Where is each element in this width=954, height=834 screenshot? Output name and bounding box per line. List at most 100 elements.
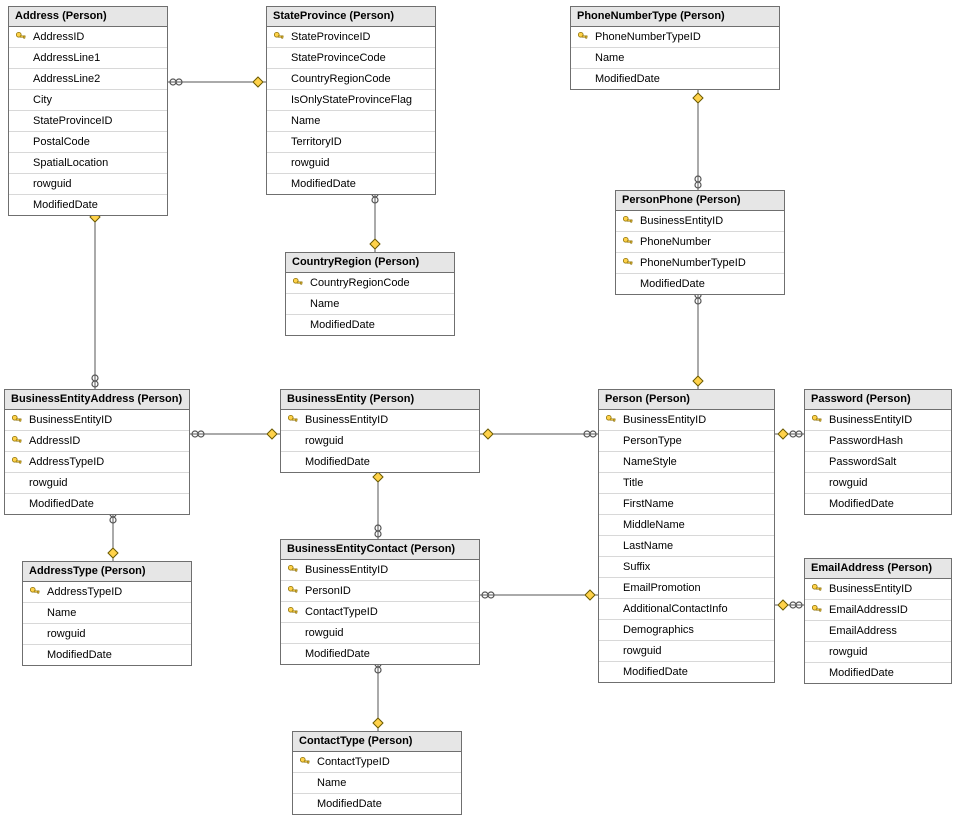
column-row[interactable]: rowguid <box>599 641 774 662</box>
table-title: BusinessEntity (Person) <box>281 390 479 410</box>
column-row[interactable]: BusinessEntityID <box>616 211 784 232</box>
column-row[interactable]: rowguid <box>9 174 167 195</box>
column-row[interactable]: Name <box>267 111 435 132</box>
column-row[interactable]: PasswordSalt <box>805 452 951 473</box>
column-row[interactable]: AddressLine1 <box>9 48 167 69</box>
column-row[interactable]: IsOnlyStateProvinceFlag <box>267 90 435 111</box>
column-row[interactable]: EmailPromotion <box>599 578 774 599</box>
table-countryregion[interactable]: CountryRegion (Person)CountryRegionCodeN… <box>285 252 455 336</box>
column-row[interactable]: ModifiedDate <box>9 195 167 215</box>
column-row[interactable]: AddressTypeID <box>5 452 189 473</box>
column-row[interactable]: rowguid <box>281 623 479 644</box>
table-emailaddress[interactable]: EmailAddress (Person)BusinessEntityIDEma… <box>804 558 952 684</box>
table-stateprovince[interactable]: StateProvince (Person)StateProvinceIDSta… <box>266 6 436 195</box>
column-row[interactable]: ModifiedDate <box>599 662 774 682</box>
column-row[interactable]: BusinessEntityID <box>805 410 951 431</box>
primary-key-cell <box>285 606 301 618</box>
column-row[interactable]: ContactTypeID <box>281 602 479 623</box>
column-name: Name <box>287 115 320 127</box>
column-row[interactable]: Name <box>293 773 461 794</box>
column-name: PhoneNumberTypeID <box>636 257 746 269</box>
column-row[interactable]: EmailAddress <box>805 621 951 642</box>
table-businessentity[interactable]: BusinessEntity (Person)BusinessEntityIDr… <box>280 389 480 473</box>
column-row[interactable]: rowguid <box>805 473 951 494</box>
column-row[interactable]: Demographics <box>599 620 774 641</box>
column-row[interactable]: ModifiedDate <box>281 644 479 664</box>
column-row[interactable]: ModifiedDate <box>5 494 189 514</box>
column-row[interactable]: ModifiedDate <box>805 663 951 683</box>
column-row[interactable]: AddressTypeID <box>23 582 191 603</box>
column-row[interactable]: rowguid <box>5 473 189 494</box>
table-person[interactable]: Person (Person)BusinessEntityIDPersonTyp… <box>598 389 775 683</box>
column-row[interactable]: CountryRegionCode <box>286 273 454 294</box>
primary-key-icon <box>811 604 823 616</box>
column-row[interactable]: ModifiedDate <box>267 174 435 194</box>
column-row[interactable]: ModifiedDate <box>23 645 191 665</box>
column-row[interactable]: AddressID <box>9 27 167 48</box>
column-row[interactable]: AddressID <box>5 431 189 452</box>
table-title: Address (Person) <box>9 7 167 27</box>
column-row[interactable]: Name <box>286 294 454 315</box>
column-row[interactable]: rowguid <box>805 642 951 663</box>
column-row[interactable]: ContactTypeID <box>293 752 461 773</box>
column-name: ModifiedDate <box>313 798 382 810</box>
column-row[interactable]: MiddleName <box>599 515 774 536</box>
column-row[interactable]: AddressLine2 <box>9 69 167 90</box>
column-row[interactable]: City <box>9 90 167 111</box>
column-name: SpatialLocation <box>29 157 108 169</box>
column-row[interactable]: BusinessEntityID <box>599 410 774 431</box>
table-password[interactable]: Password (Person)BusinessEntityIDPasswor… <box>804 389 952 515</box>
column-row[interactable]: ModifiedDate <box>616 274 784 294</box>
table-businessentityaddress[interactable]: BusinessEntityAddress (Person)BusinessEn… <box>4 389 190 515</box>
column-row[interactable]: ModifiedDate <box>293 794 461 814</box>
column-row[interactable]: PersonID <box>281 581 479 602</box>
primary-key-cell <box>297 756 313 768</box>
column-name: rowguid <box>25 477 68 489</box>
primary-key-icon <box>11 456 23 468</box>
column-row[interactable]: CountryRegionCode <box>267 69 435 90</box>
column-row[interactable]: Name <box>571 48 779 69</box>
column-row[interactable]: Suffix <box>599 557 774 578</box>
table-contacttype[interactable]: ContactType (Person)ContactTypeIDNameMod… <box>292 731 462 815</box>
column-row[interactable]: SpatialLocation <box>9 153 167 174</box>
column-row[interactable]: FirstName <box>599 494 774 515</box>
primary-key-cell <box>9 456 25 468</box>
column-row[interactable]: BusinessEntityID <box>5 410 189 431</box>
column-row[interactable]: EmailAddressID <box>805 600 951 621</box>
table-address[interactable]: Address (Person)AddressIDAddressLine1Add… <box>8 6 168 216</box>
table-businessentitycontact[interactable]: BusinessEntityContact (Person)BusinessEn… <box>280 539 480 665</box>
column-row[interactable]: PhoneNumberTypeID <box>571 27 779 48</box>
column-row[interactable]: StateProvinceCode <box>267 48 435 69</box>
column-row[interactable]: BusinessEntityID <box>281 560 479 581</box>
column-row[interactable]: PersonType <box>599 431 774 452</box>
column-row[interactable]: BusinessEntityID <box>281 410 479 431</box>
table-phonenumbertype[interactable]: PhoneNumberType (Person)PhoneNumberTypeI… <box>570 6 780 90</box>
column-row[interactable]: ModifiedDate <box>281 452 479 472</box>
column-row[interactable]: StateProvinceID <box>267 27 435 48</box>
column-row[interactable]: TerritoryID <box>267 132 435 153</box>
column-row[interactable]: StateProvinceID <box>9 111 167 132</box>
table-personphone[interactable]: PersonPhone (Person)BusinessEntityIDPhon… <box>615 190 785 295</box>
column-row[interactable]: PhoneNumber <box>616 232 784 253</box>
primary-key-icon <box>299 756 311 768</box>
rel-businessentitycontact-person <box>480 590 598 600</box>
column-row[interactable]: rowguid <box>23 624 191 645</box>
column-name: BusinessEntityID <box>825 414 912 426</box>
column-row[interactable]: ModifiedDate <box>805 494 951 514</box>
column-row[interactable]: LastName <box>599 536 774 557</box>
column-row[interactable]: ModifiedDate <box>571 69 779 89</box>
column-row[interactable]: PhoneNumberTypeID <box>616 253 784 274</box>
column-row[interactable]: ModifiedDate <box>286 315 454 335</box>
column-name: StateProvinceID <box>29 115 112 127</box>
column-row[interactable]: Title <box>599 473 774 494</box>
column-name: BusinessEntityID <box>25 414 112 426</box>
column-row[interactable]: PasswordHash <box>805 431 951 452</box>
column-row[interactable]: PostalCode <box>9 132 167 153</box>
column-row[interactable]: rowguid <box>267 153 435 174</box>
column-row[interactable]: NameStyle <box>599 452 774 473</box>
column-row[interactable]: Name <box>23 603 191 624</box>
column-row[interactable]: AdditionalContactInfo <box>599 599 774 620</box>
table-addresstype[interactable]: AddressType (Person)AddressTypeIDNamerow… <box>22 561 192 666</box>
column-row[interactable]: rowguid <box>281 431 479 452</box>
column-row[interactable]: BusinessEntityID <box>805 579 951 600</box>
